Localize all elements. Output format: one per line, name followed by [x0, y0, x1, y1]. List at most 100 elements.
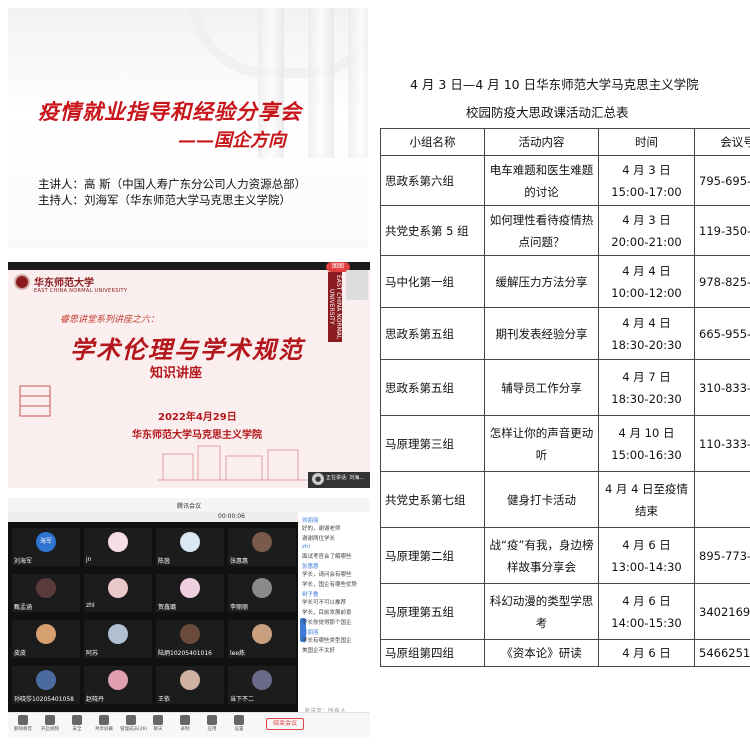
toolbar-label: 聊天 — [153, 727, 163, 732]
participant-name: 李丽丽 — [230, 604, 249, 611]
chat-message: 学长，国企有哪些优势 — [302, 582, 358, 588]
chat-sender: 树子叠 — [302, 592, 319, 598]
ethics-subtitle: 知识讲座 — [150, 366, 203, 381]
participant-tile[interactable]: 当下不二 — [228, 666, 296, 704]
meeting-window: 腾讯会议 00:00:06 发送至：所有人 结束会议 海军刘海军jn陈茵张惠惠甄… — [8, 498, 370, 738]
avatar — [36, 578, 56, 598]
participant-tile[interactable]: 张惠惠 — [228, 528, 296, 566]
cell-meeting-id: 795-695-3 — [694, 155, 750, 206]
university-seal-icon — [14, 274, 30, 290]
cell-meeting-id — [694, 471, 750, 528]
cell-meeting-id: 978-825-8 — [694, 255, 750, 308]
participant-tile[interactable]: 王依 — [156, 666, 224, 704]
participant-name: 皮皮 — [14, 650, 27, 657]
participant-tile[interactable]: 海军 刘海军 — [12, 528, 80, 566]
participant-tile[interactable]: 陆炳10205401016 — [156, 620, 224, 658]
chat-message: 学长你觉得那个国企 — [302, 620, 352, 626]
participant-name: 当下不二 — [230, 696, 255, 703]
ethics-date: 2022年4月29日 — [158, 412, 237, 423]
participant-tile[interactable]: 阿苏 — [84, 620, 152, 658]
university-name-en: EAST CHINA NORMAL UNIVERSITY — [34, 288, 128, 294]
toolbar-button[interactable]: 管理成员(26) — [120, 714, 147, 732]
participant-tile[interactable]: lee炼 — [228, 620, 296, 658]
avatar — [180, 670, 200, 690]
cell-group: 共党史系第 5 组 — [380, 205, 485, 256]
toolbar-button[interactable]: 开启视频 — [39, 714, 61, 732]
participant-tile[interactable]: jn — [84, 528, 152, 566]
toolbar-label: 安全 — [72, 727, 82, 732]
table-header-row: 小组名称 活动内容 时间 会议号 — [380, 128, 750, 156]
participant-tile[interactable]: 甄孟涵 — [12, 574, 80, 612]
schedule-table: 小组名称 活动内容 时间 会议号 思政系第六组 电车难题和医生难题的讨论 4 月 3… — [380, 128, 750, 667]
avatar — [108, 532, 128, 552]
participant-name: 王依 — [158, 696, 171, 703]
table-row: 思政系第五组 期刊发表经验分享 4 月 4 日 18:30-20:30 665-955… — [380, 307, 750, 360]
microphone-icon: ● — [312, 473, 324, 485]
cell-group: 思政系第五组 — [380, 359, 485, 416]
toolbar-button[interactable]: 录制 — [174, 714, 196, 732]
vertical-banner: EAST CHINA NORMAL UNIVERSITY — [328, 272, 342, 342]
cell-activity: 辅导员工作分享 — [484, 359, 599, 416]
avatar — [252, 670, 272, 690]
participant-tile[interactable]: 李丽丽 — [228, 574, 296, 612]
camera-thumbnail[interactable] — [346, 270, 368, 300]
toolbar-button[interactable]: 聊天 — [147, 714, 169, 732]
toolbar-label: 应用 — [207, 727, 217, 732]
cell-activity: 如何理性看待疫情热点问题？ — [484, 205, 599, 256]
participant-tile[interactable]: 赵晓丹 — [84, 666, 152, 704]
toolbar-button[interactable]: 设置 — [228, 714, 250, 732]
toolbar-button[interactable]: 解除静音 — [12, 714, 34, 732]
avatar — [36, 670, 56, 690]
chat-message: 学长有哪些类型国企 — [302, 638, 352, 644]
toolbar-label: 录制 — [180, 727, 190, 732]
table-row: 马原理第五组 科幻动漫的类型学思考 4 月 6 日 14:00-15:30 34021… — [380, 583, 750, 640]
ethics-organizer: 华东师范大学马克思主义学院 — [132, 430, 262, 441]
cell-meeting-id: 119-350-0 — [694, 205, 750, 256]
toolbar-icon — [45, 715, 55, 725]
toolbar-button[interactable]: 应用 — [201, 714, 223, 732]
avatar — [36, 624, 56, 644]
meeting-window-title: 腾讯会议 — [176, 503, 201, 510]
lecture-speaker: 主讲人：高 斯（中国人寿广东分公司人力资源总部） — [38, 177, 307, 191]
toolbar-icon — [180, 715, 190, 725]
background-pillar — [308, 8, 334, 158]
chat-sender: 刘丽丽 — [302, 518, 319, 524]
table-row: 马中化第一组 缓解压力方法分享 4 月 4 日 10:00-12:00 978-825… — [380, 255, 750, 308]
chat-sender: 张惠惠 — [302, 564, 319, 570]
avatar: 海军 — [36, 532, 56, 552]
participant-tile[interactable]: 孙晓莎10205401058 — [12, 666, 80, 704]
cell-activity: 期刊发表经验分享 — [484, 307, 599, 360]
avatar — [252, 578, 272, 598]
participant-tile[interactable]: 贺鑫璐 — [156, 574, 224, 612]
cell-group: 马原理第三组 — [380, 415, 485, 472]
cell-group: 共党史系第七组 — [380, 471, 485, 528]
cell-meeting-id: 54662519 — [694, 639, 750, 667]
schedule-panel: 4 月 3 日—4 月 10 日华东师范大学马克思主义学院 校园防疫大思政课活动… — [376, 60, 750, 680]
table-row: 共党史系第七组 健身打卡活动 4 月 4 日至疫情结束 — [380, 471, 750, 528]
toolbar-button[interactable]: 共享屏幕 — [93, 714, 115, 732]
schedule-body: 思政系第六组 电车难题和医生难题的讨论 4 月 3 日 15:00-17:00 795… — [380, 155, 750, 667]
cell-activity: 怎样让你的声音更动听 — [484, 415, 599, 472]
toolbar-button[interactable]: 安全 — [66, 714, 88, 732]
cell-time: 4 月 7 日 18:30-20:30 — [598, 359, 695, 416]
participant-tile[interactable]: 皮皮 — [12, 620, 80, 658]
table-row: 思政系第五组辅导员工作分享4 月 7 日 18:30-20:30310-833-… — [380, 359, 750, 416]
decorative-shelf-icon — [19, 385, 51, 417]
lecture-subtitle: ——国企方向 — [178, 130, 286, 151]
cell-activity: 战“疫”有我，身边榜样故事分享会 — [484, 527, 599, 584]
table-row: 马原理第二组 战“疫”有我，身边榜样故事分享会 4 月 6 日 13:00-14:3… — [380, 527, 750, 584]
cell-meeting-id: 665-955-8 — [694, 307, 750, 360]
toolbar-label: 解除静音 — [14, 727, 32, 732]
chat-sender: zhl — [302, 544, 310, 550]
participant-tile[interactable]: 陈茵 — [156, 528, 224, 566]
toolbar-icon — [153, 715, 163, 725]
participant-tile[interactable]: zhl — [84, 574, 152, 612]
end-meeting-button[interactable]: 结束会议 — [266, 718, 304, 730]
schedule-title: 4 月 3 日—4 月 10 日华东师范大学马克思主义学院 — [410, 77, 699, 92]
toolbar-icon — [126, 715, 136, 725]
table-row: 马原组第四组《资本论》研读4 月 6 日54662519 — [380, 639, 750, 667]
participant-name: 赵晓丹 — [86, 696, 105, 703]
chat-message: 学长，请问会有哪些 — [302, 572, 352, 578]
participant-name: 张惠惠 — [230, 558, 249, 565]
cell-group: 思政系第六组 — [380, 155, 485, 206]
